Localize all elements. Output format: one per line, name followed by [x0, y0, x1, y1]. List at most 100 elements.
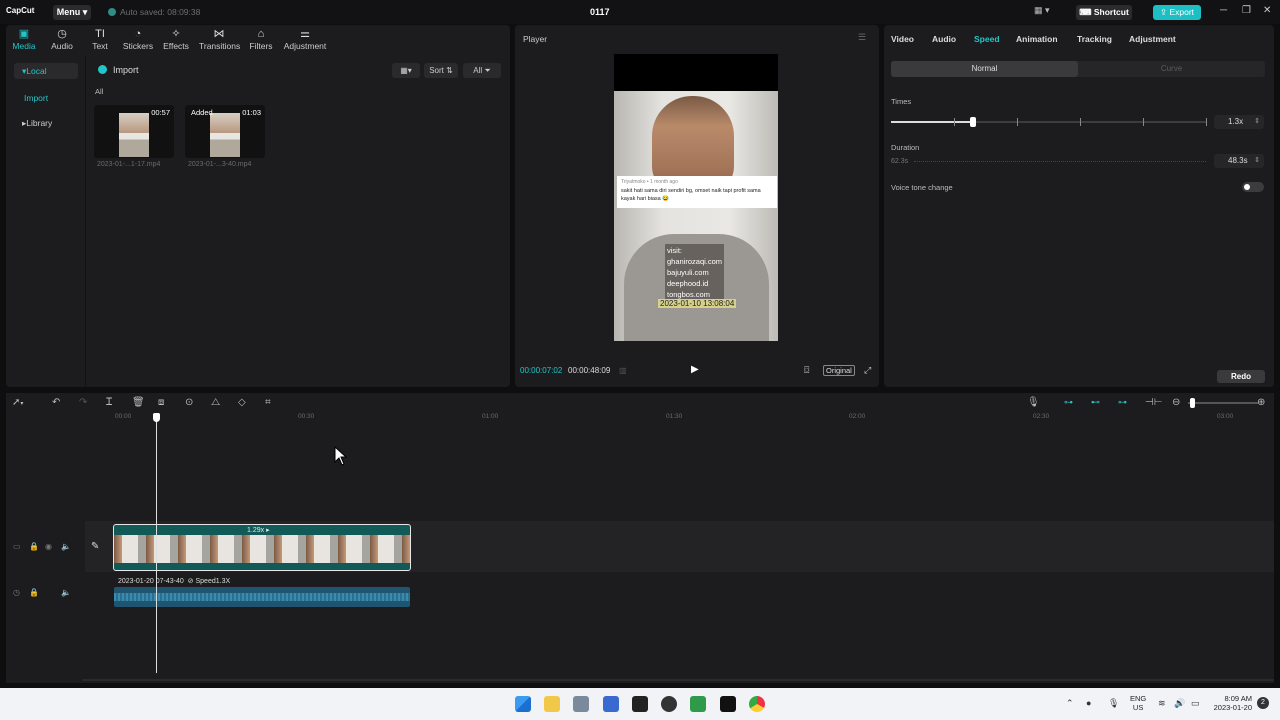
- maximize-icon[interactable]: ❐: [1242, 5, 1251, 16]
- tab-transitions[interactable]: ⋈ Transitions: [199, 27, 240, 51]
- zoom-in-icon[interactable]: ⊕: [1257, 397, 1265, 408]
- normal-mode-button[interactable]: Normal: [891, 61, 1078, 77]
- microphone-icon[interactable]: 🎙: [1027, 397, 1040, 408]
- layout-icon[interactable]: ▦ ▾: [1034, 5, 1050, 16]
- split-view-icon[interactable]: ⊣⊢: [1145, 397, 1162, 408]
- view-toggle[interactable]: ▦▾: [392, 63, 420, 78]
- sidebar-item-local[interactable]: ▾Local: [14, 63, 78, 79]
- menu-button[interactable]: Menu ▾: [53, 5, 91, 20]
- tray-mic-icon[interactable]: 🎙: [1108, 698, 1119, 709]
- autosave-label: Auto saved: 08:09:38: [120, 7, 201, 17]
- tab-effects[interactable]: ✧ Effects: [156, 27, 196, 51]
- link-icon[interactable]: ⊷: [1091, 397, 1100, 408]
- crop-icon[interactable]: ⌗: [265, 397, 271, 408]
- snipping-tool-icon[interactable]: [603, 696, 619, 712]
- mute-icon[interactable]: 🔈: [61, 588, 71, 597]
- keyboard-icon: ⌨: [1079, 7, 1094, 17]
- mute-icon[interactable]: 🔈: [61, 542, 71, 551]
- export-button[interactable]: ⇪ Export: [1153, 5, 1201, 20]
- redo-icon[interactable]: ↷: [79, 397, 87, 408]
- undo-icon[interactable]: ↶: [52, 397, 60, 408]
- track-cover-icon[interactable]: ▭: [13, 542, 21, 551]
- video-preview[interactable]: Triyatmoko • 1 month ago sakit hati sama…: [614, 54, 778, 341]
- stepper-icon[interactable]: ⇕: [1254, 115, 1260, 129]
- capcut-taskbar-icon[interactable]: [720, 696, 736, 712]
- curve-mode-button[interactable]: Curve: [1078, 61, 1265, 77]
- original-ratio-button[interactable]: Original: [823, 365, 855, 376]
- sidebar-item-import[interactable]: Import: [14, 90, 78, 106]
- file-explorer-icon[interactable]: [544, 696, 560, 712]
- fullscreen-icon[interactable]: ⤢: [864, 365, 871, 376]
- import-button[interactable]: Import: [98, 65, 139, 75]
- ratio-icon[interactable]: ▥: [619, 366, 627, 375]
- zoom-slider-handle[interactable]: [1190, 398, 1195, 408]
- edit-cover-icon[interactable]: ✎: [91, 541, 99, 552]
- freeze-icon[interactable]: ⧈: [158, 397, 164, 408]
- tab-video[interactable]: Video: [891, 34, 914, 44]
- language-indicator[interactable]: ENG US: [1130, 694, 1146, 712]
- tab-speed[interactable]: Speed: [974, 34, 1000, 44]
- hamburger-icon[interactable]: ☰: [858, 32, 866, 43]
- media-thumb-2[interactable]: Added 01:03: [185, 105, 265, 158]
- video-clip[interactable]: 1.29x ▸: [113, 524, 411, 571]
- voice-tone-toggle[interactable]: [1242, 182, 1264, 192]
- snapshot-icon[interactable]: ⌼: [804, 365, 809, 376]
- tab-adjustment[interactable]: ⚌ Adjustment: [282, 27, 328, 51]
- calculator-icon[interactable]: [573, 696, 589, 712]
- eye-icon[interactable]: ◉: [45, 542, 52, 551]
- speed-slider-handle[interactable]: [970, 117, 977, 127]
- lock-icon[interactable]: 🔒: [29, 588, 39, 597]
- chrome-icon[interactable]: [749, 696, 765, 712]
- preview-axis-icon[interactable]: ⊶: [1118, 397, 1127, 408]
- notification-badge[interactable]: 2: [1257, 697, 1269, 709]
- tab-tracking[interactable]: Tracking: [1077, 34, 1112, 44]
- playhead-handle[interactable]: [153, 413, 160, 422]
- tab-adjustment-props[interactable]: Adjustment: [1129, 34, 1176, 44]
- tab-filters[interactable]: ⌂ Filters: [241, 27, 281, 51]
- timeline-panel: ➚▾ ↶ ↷ Ꮖ 🗑 ⧈ ⊙ ⧍ ◇ ⌗ 🎙 ⊶ ⊷ ⊶ ⊣⊢ ⊖ ⊕ 00:0…: [6, 393, 1274, 683]
- sidebar-item-local-label: Local: [26, 66, 47, 76]
- tray-app-icon[interactable]: ●: [1086, 698, 1091, 708]
- volume-icon[interactable]: 🔊: [1174, 698, 1185, 709]
- split-icon[interactable]: Ꮖ: [106, 397, 113, 408]
- timeline-scrollbar[interactable]: [82, 679, 1274, 681]
- reverse-icon[interactable]: ⊙: [185, 397, 193, 408]
- audio-clip[interactable]: [114, 587, 410, 607]
- select-tool-icon[interactable]: ➚▾: [12, 397, 23, 408]
- tab-media[interactable]: ▣ Media: [4, 27, 44, 51]
- speed-slider[interactable]: [891, 117, 1207, 127]
- notepad-icon[interactable]: [632, 696, 648, 712]
- wifi-icon[interactable]: ≋: [1158, 698, 1166, 709]
- rotate-icon[interactable]: ◇: [238, 397, 246, 408]
- mirror-icon[interactable]: ⧍: [211, 397, 220, 408]
- audio-track-icon[interactable]: ◷: [13, 588, 20, 597]
- duration-input[interactable]: 48.3s ⇕: [1214, 154, 1264, 168]
- tab-audio-props[interactable]: Audio: [932, 34, 956, 44]
- lock-icon[interactable]: 🔒: [29, 542, 39, 551]
- windows-start-icon[interactable]: [515, 696, 531, 712]
- tab-animation[interactable]: Animation: [1016, 34, 1058, 44]
- minimize-icon[interactable]: ─: [1220, 5, 1227, 16]
- tab-stickers[interactable]: ◔ Stickers: [118, 27, 158, 51]
- times-input[interactable]: 1.3x ⇕: [1214, 115, 1264, 129]
- chart-app-icon[interactable]: [690, 696, 706, 712]
- stepper-icon[interactable]: ⇕: [1254, 154, 1260, 168]
- delete-icon[interactable]: 🗑: [132, 397, 145, 408]
- filter-all-button[interactable]: All ⏷: [463, 63, 501, 78]
- zoom-out-icon[interactable]: ⊖: [1172, 397, 1180, 408]
- magnet-icon[interactable]: ⊶: [1064, 397, 1073, 408]
- zoom-slider[interactable]: [1188, 398, 1258, 408]
- media-thumb-1[interactable]: 00:57: [94, 105, 174, 158]
- sidebar-item-library[interactable]: ▸Library: [14, 115, 78, 131]
- tab-audio[interactable]: ◷ Audio: [42, 27, 82, 51]
- shortcut-button[interactable]: ⌨ Shortcut: [1076, 5, 1132, 20]
- obs-icon[interactable]: [661, 696, 677, 712]
- sort-button[interactable]: Sort ⇅: [424, 63, 458, 78]
- tray-overflow-icon[interactable]: ⌃: [1066, 698, 1074, 709]
- redo-button[interactable]: Redo: [1217, 370, 1265, 383]
- tab-text[interactable]: TI Text: [80, 27, 120, 51]
- system-clock[interactable]: 8:09 AM 2023-01-20: [1208, 694, 1252, 712]
- close-icon[interactable]: ✕: [1263, 5, 1271, 16]
- battery-icon[interactable]: ▭: [1191, 698, 1200, 709]
- play-button[interactable]: ▶: [691, 364, 699, 375]
